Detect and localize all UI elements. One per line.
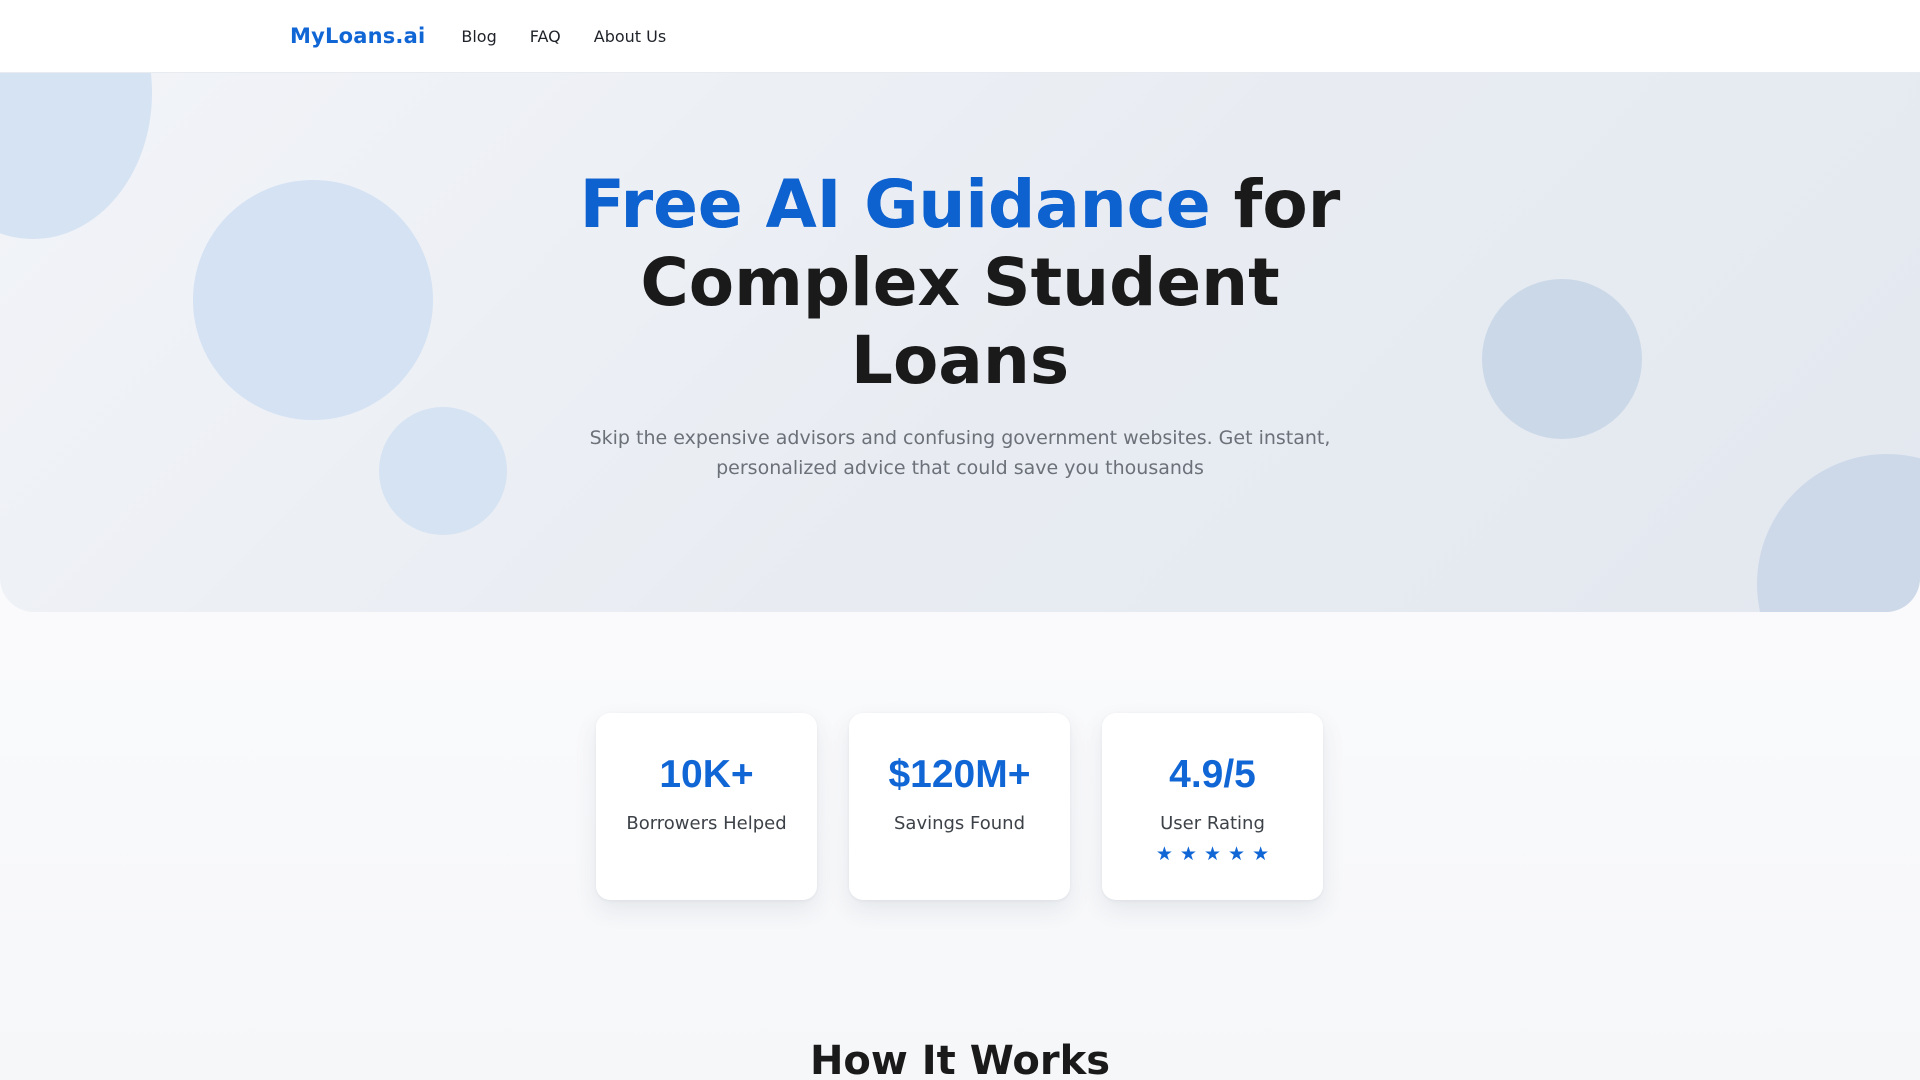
nav-link-faq[interactable]: FAQ [530,27,561,46]
stat-label: Savings Found [893,813,1025,834]
nav-link-about-us[interactable]: About Us [594,27,666,46]
stat-card-rating: 4.9/5 User Rating ★ ★ ★ ★ ★ [1102,713,1323,900]
hero-section: Free AI Guidance for Complex Student Loa… [0,73,1920,612]
stat-card-savings: $120M+ Savings Found [849,713,1070,900]
decorative-circle [1482,279,1642,439]
stat-label: Borrowers Helped [626,813,787,834]
hero-subtitle: Skip the expensive advisors and confusin… [589,427,1331,479]
nav-links: Blog FAQ About Us [461,27,699,46]
star-icon: ★ [1155,843,1173,865]
hero-title: Free AI Guidance for Complex Student Loa… [560,166,1360,400]
rating-stars: ★ ★ ★ ★ ★ [1156,844,1269,864]
hero-title-line1-rest: for [1210,166,1341,243]
stat-label: User Rating [1160,813,1265,834]
star-icon: ★ [1179,843,1197,865]
stat-card-borrowers: 10K+ Borrowers Helped [596,713,817,900]
how-it-works-title: How It Works [809,1038,1111,1080]
hero-title-line3: Loans [850,322,1070,399]
stats-row: 10K+ Borrowers Helped $120M+ Savings Fou… [596,713,1323,900]
star-icon: ★ [1252,843,1270,865]
logo[interactable]: MyLoans.ai [290,24,425,48]
top-nav: MyLoans.ai Blog FAQ About Us [0,0,1920,73]
decorative-circle [379,407,507,535]
page: MyLoans.ai Blog FAQ About Us Free AI Gui… [0,0,1920,1080]
decorative-circle [193,180,433,420]
stat-value: 4.9/5 [1169,753,1256,796]
star-icon: ★ [1228,843,1246,865]
nav-link-blog[interactable]: Blog [461,27,496,46]
hero-title-accent: Free AI Guidance [579,166,1211,243]
decorative-circle [0,73,152,239]
stat-value: 10K+ [659,753,754,796]
stat-value: $120M+ [888,753,1031,796]
star-icon: ★ [1203,843,1222,865]
hero-title-line2: Complex Student [640,244,1280,321]
decorative-circle [1757,454,1920,612]
